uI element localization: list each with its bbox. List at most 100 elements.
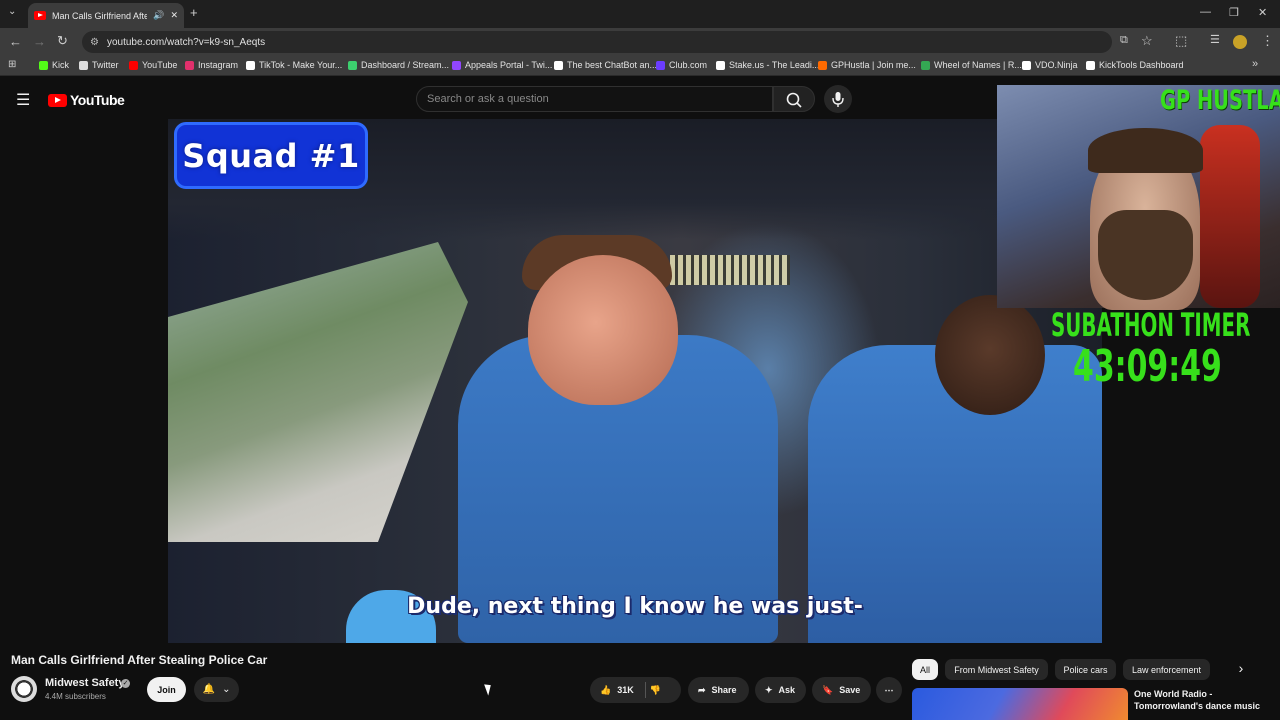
bookmark-icon [1086, 60, 1095, 70]
youtube-logo-icon [48, 93, 67, 107]
bookmark-icon [452, 60, 461, 70]
profile-avatar[interactable] [1233, 35, 1247, 49]
webcam-chair [1200, 125, 1260, 308]
video-frame-cage [670, 255, 790, 285]
mouse-cursor [484, 682, 494, 696]
forward-icon[interactable]: → [33, 34, 46, 49]
verified-icon: ✓ [121, 679, 130, 688]
sparkle-icon: ✦ [765, 684, 773, 695]
bookmark-wheel-of-names[interactable]: Wheel of Names | R... [921, 60, 1022, 70]
reload-icon[interactable]: ↻ [57, 33, 68, 49]
bookmark-icon [348, 60, 357, 70]
share-button[interactable]: ➦ Share [688, 677, 749, 703]
subscription-bell-button[interactable]: 🔔 ⌄ [194, 677, 239, 702]
extensions-icon[interactable]: ⬚ [1175, 33, 1187, 49]
bookmark-icon [129, 60, 138, 70]
tab-close-icon[interactable]: ✕ [170, 10, 178, 21]
bookmark-icon [818, 60, 827, 70]
search-button[interactable] [773, 86, 815, 112]
browser-menu-icon[interactable]: ⋮ [1261, 33, 1274, 49]
more-actions-button[interactable]: ⋯ [876, 677, 902, 703]
video-frame-officer-left-head [528, 255, 678, 405]
cast-icon[interactable]: ⧉ [1120, 34, 1128, 47]
chevron-right-icon[interactable]: › [1230, 660, 1252, 681]
bookmark-youtube[interactable]: YouTube [129, 60, 177, 70]
tab-search-icon[interactable]: ⌄ [8, 6, 16, 17]
bookmark-icon: 🔖 [822, 684, 834, 695]
bookmark-icon [185, 60, 194, 70]
bookmark-twitter[interactable]: Twitter [79, 60, 119, 70]
video-title: Man Calls Girlfriend After Stealing Poli… [11, 653, 268, 667]
thumbs-up-icon: 👍 [600, 684, 612, 695]
channel-avatar[interactable] [11, 676, 37, 702]
restore-icon[interactable]: ❐ [1229, 6, 1239, 19]
browser-tab-strip: ⌄ Man Calls Girlfriend After St 🔊 ✕ + — … [0, 0, 1280, 28]
bookmark-appeals-portal[interactable]: Appeals Portal - Twi... [452, 60, 552, 70]
more-horizontal-icon: ⋯ [884, 684, 894, 695]
site-info-icon[interactable]: ⚙ [90, 37, 99, 48]
minimize-icon[interactable]: — [1200, 6, 1211, 18]
bookmark-icon [656, 60, 665, 70]
bookmarks-bar: ⊞ Kick Twitter YouTube Instagram TikTok … [0, 56, 1280, 76]
bookmark-icon [554, 60, 563, 70]
chip-all[interactable]: All [912, 659, 938, 680]
microphone-icon [832, 92, 844, 107]
webcam-streamer-beard [1098, 210, 1193, 300]
search-input[interactable]: Search or ask a question [416, 86, 773, 112]
chip-law-enforcement[interactable]: Law enforcement [1123, 659, 1210, 680]
subathon-timer-value: 43:09:49 [1073, 341, 1222, 392]
join-button[interactable]: Join [147, 677, 186, 702]
subscriber-count: 4.4M subscribers [45, 692, 106, 701]
browser-tab[interactable]: Man Calls Girlfriend After St 🔊 ✕ [28, 3, 184, 28]
like-button[interactable]: 👍 31K [600, 685, 634, 696]
recommendation-title[interactable]: One World Radio - Tomorrowland's dance m… [1134, 688, 1274, 712]
bookmark-icon [716, 60, 725, 70]
bookmark-icon [79, 60, 88, 70]
bookmark-vdo-ninja[interactable]: VDO.Ninja [1022, 60, 1078, 70]
thumbs-down-icon: 👎 [649, 684, 661, 695]
save-button[interactable]: 🔖 Save [812, 677, 871, 703]
new-tab-icon[interactable]: + [190, 5, 198, 20]
youtube-logo[interactable]: YouTube [48, 92, 125, 108]
bookmark-kicktools[interactable]: KickTools Dashboard [1086, 60, 1184, 70]
like-count: 31K [617, 685, 634, 695]
bookmark-stake[interactable]: Stake.us - The Leadi... [716, 60, 819, 70]
tab-title: Man Calls Girlfriend After St [52, 10, 148, 21]
bookmark-star-icon[interactable]: ☆ [1141, 33, 1153, 49]
address-bar[interactable]: ⚙ youtube.com/watch?v=k9-sn_Aeqts [82, 31, 1112, 53]
chevron-down-icon: ⌄ [222, 684, 231, 695]
like-divider [645, 682, 646, 698]
youtube-favicon-icon [34, 11, 46, 20]
channel-name[interactable]: Midwest Safety [45, 677, 124, 689]
subathon-timer-label: SUBATHON TIMER [1051, 306, 1251, 344]
bookmark-gphustla[interactable]: GPHustla | Join me... [818, 60, 916, 70]
chip-from-channel[interactable]: From Midwest Safety [945, 659, 1048, 680]
bookmark-kick[interactable]: Kick [39, 60, 69, 70]
audio-playing-icon[interactable]: 🔊 [153, 10, 164, 21]
chip-police-cars[interactable]: Police cars [1055, 659, 1116, 680]
ask-button[interactable]: ✦ Ask [755, 677, 806, 703]
search-icon [786, 92, 802, 108]
squad-badge: Squad #1 [174, 122, 368, 189]
bookmark-instagram[interactable]: Instagram [185, 60, 238, 70]
bell-icon: 🔔 [202, 684, 215, 695]
hamburger-menu-icon[interactable]: ☰ [16, 90, 30, 110]
bookmark-club[interactable]: Club.com [656, 60, 707, 70]
like-dislike-group: 👍 31K 👎 [590, 677, 681, 703]
bookmark-chatbot[interactable]: The best ChatBot an... [554, 60, 657, 70]
bookmark-icon [39, 60, 48, 70]
close-window-icon[interactable]: ✕ [1258, 6, 1267, 19]
bookmark-tiktok[interactable]: TikTok - Make Your... [246, 60, 342, 70]
bookmark-icon [246, 60, 255, 70]
back-icon[interactable]: ← [9, 34, 22, 49]
reading-list-icon[interactable]: ☰ [1210, 33, 1220, 46]
voice-search-button[interactable] [824, 85, 852, 113]
apps-grid-icon[interactable]: ⊞ [8, 59, 16, 70]
recommendation-thumbnail[interactable] [912, 688, 1128, 720]
dislike-button[interactable]: 👎 [650, 685, 661, 696]
url-text: youtube.com/watch?v=k9-sn_Aeqts [106, 36, 266, 48]
webcam-streamer-hair [1088, 128, 1203, 173]
more-bookmarks-icon[interactable]: » [1252, 58, 1258, 70]
bookmark-icon [1022, 60, 1031, 70]
bookmark-dashboard-stream[interactable]: Dashboard / Stream... [348, 60, 449, 70]
